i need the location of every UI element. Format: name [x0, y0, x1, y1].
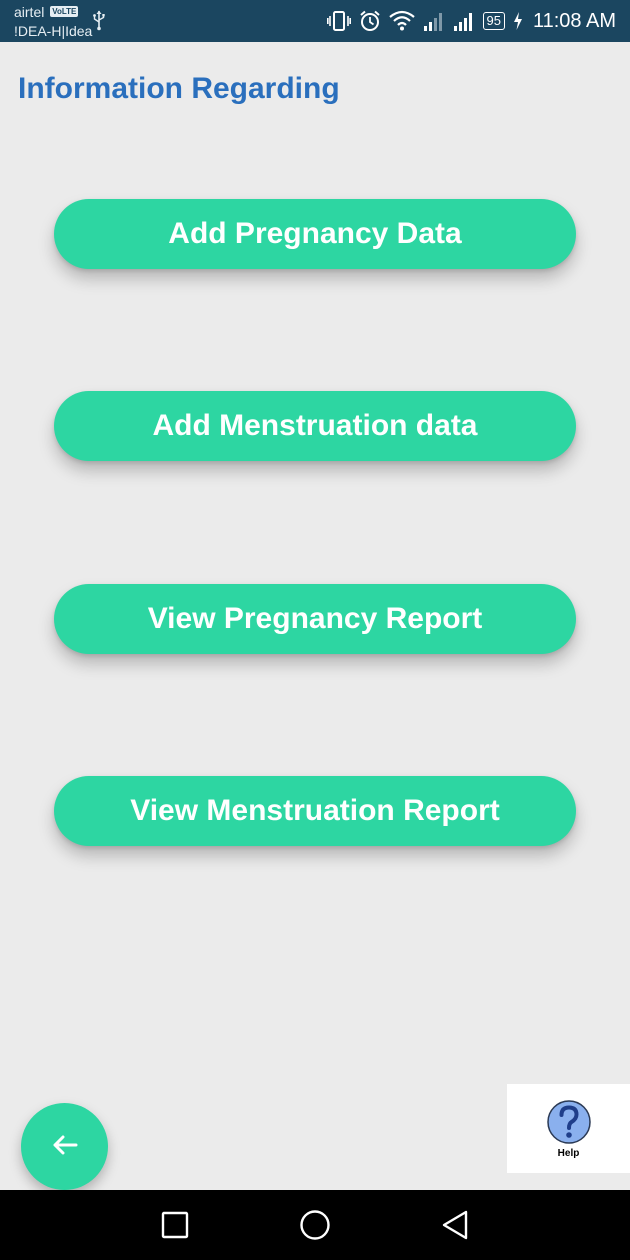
battery-icon: 95 [482, 12, 505, 30]
arrow-left-icon [52, 1134, 78, 1159]
signal-weak-icon [423, 10, 445, 32]
charging-icon [513, 11, 523, 31]
wifi-icon [388, 10, 415, 32]
carrier-primary-label: airtel [14, 4, 45, 20]
vibrate-icon [326, 10, 351, 32]
help-button[interactable]: Help [507, 1084, 630, 1173]
carrier-secondary: !DEA-H|Idea [14, 23, 93, 39]
page-title: Information Regarding [18, 72, 340, 105]
add-pregnancy-data-button[interactable]: Add Pregnancy Data [54, 199, 576, 269]
back-fab-button[interactable] [21, 1103, 108, 1190]
view-pregnancy-report-button[interactable]: View Pregnancy Report [54, 584, 576, 654]
back-icon[interactable] [437, 1207, 473, 1243]
question-icon [547, 1098, 591, 1151]
status-bar: airtel VoLTE !DEA-H|Idea 95 11:08 AM [0, 0, 630, 42]
carrier-primary: airtel VoLTE [14, 4, 79, 20]
navigation-bar [0, 1190, 630, 1260]
clock: 11:08 AM [532, 9, 616, 32]
add-menstruation-data-button[interactable]: Add Menstruation data [54, 391, 576, 461]
battery-level: 95 [486, 13, 501, 28]
usb-icon [92, 9, 106, 36]
signal-icon [453, 10, 475, 32]
help-label: Help [557, 1148, 580, 1159]
recent-apps-icon[interactable] [157, 1207, 193, 1243]
home-icon[interactable] [297, 1207, 333, 1243]
alarm-icon [359, 10, 381, 32]
view-menstruation-report-button[interactable]: View Menstruation Report [54, 776, 576, 846]
status-icons: 95 11:08 AM [326, 8, 616, 34]
volte-badge: VoLTE [50, 6, 79, 17]
